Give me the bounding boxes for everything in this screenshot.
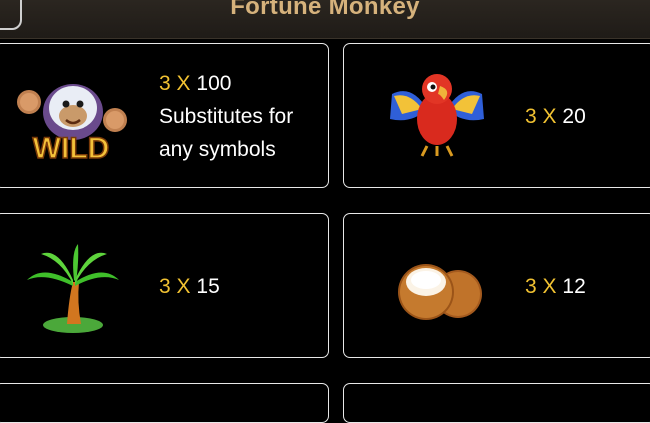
paytable-card-next-left [0,383,329,423]
page-title: Fortune Monkey [230,0,420,20]
header-bar: Fortune Monkey [0,0,650,39]
paytable-card-next-right [343,383,650,423]
coconut-multiplier-sign: X [542,275,557,298]
wild-payout-line: 3 X 100 [159,67,231,100]
palm-tree-payout-value: 15 [196,275,220,298]
paytable-card-coconut: 3 X 12 [343,213,650,358]
parrot-icon [390,74,484,157]
coconut-count: 3 [525,275,537,298]
palm-tree-payout-line: 3 X 15 [159,270,220,303]
wild-description-line-2: any symbols [159,138,276,161]
parrot-multiplier-sign: X [542,105,557,128]
parrot-count: 3 [525,105,537,128]
paytable-card-parrot: 3 X 20 [343,43,650,188]
wild-count: 3 [159,72,171,95]
wild-description-line-1: Substitutes for [159,105,294,128]
palm-tree-icon [27,244,119,333]
wild-payout-value: 100 [196,72,232,95]
parrot-payout-line: 3 X 20 [525,100,586,133]
svg-text:WILD: WILD [33,132,110,164]
palm-tree-multiplier-sign: X [176,275,191,298]
wild-multiplier-sign: X [176,72,191,95]
paytable-card-palm-tree: 3 X 15 [0,213,329,358]
coconut-payout-value: 12 [562,275,586,298]
coconut-payout-line: 3 X 12 [525,270,586,303]
parrot-payout-value: 20 [562,105,586,128]
coconut-icon [398,264,482,320]
palm-tree-count: 3 [159,275,171,298]
paytable-card-wild: WILD 3 X 100 Substitutes for any symbols [0,43,329,188]
wild-monkey-icon: WILD [17,84,127,164]
